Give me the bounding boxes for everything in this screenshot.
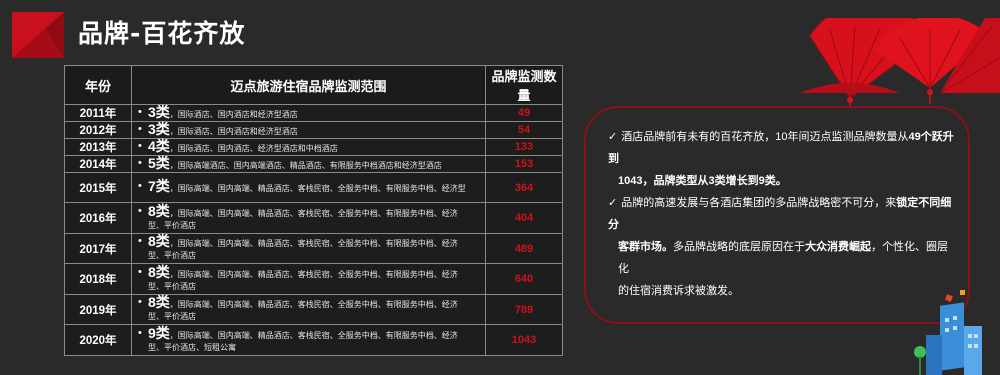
- table-row: 2011年 • 3类，国际酒店、国内酒店和经济型酒店 49: [64, 103, 563, 122]
- type-count: 7类: [148, 178, 170, 194]
- type-count: 4类: [148, 137, 170, 154]
- type-list: ，国际酒店、国内酒店、经济型酒店和中档酒店: [169, 143, 338, 153]
- insight-point-2: ✓ 品牌的高速发展与各酒店集团的多品牌战略密不可分，来锁定不同细分: [608, 197, 952, 231]
- check-icon: ✓: [608, 197, 618, 209]
- type-list: ，国际高端酒店、国内高端酒店、精品酒店、有限服务中档酒店和经济型酒店: [169, 160, 442, 170]
- type-count: 8类: [148, 294, 170, 310]
- bullet-icon: •: [138, 235, 142, 247]
- table-row: 2013年 • 4类，国际酒店、国内酒店、经济型酒店和中档酒店 133: [64, 137, 563, 156]
- year-cell: 2016年: [64, 202, 132, 234]
- range-cell: • 8类，国际高端、国内高端、精品酒店、客栈民宿、全服务中档、有限服务中档、经济型…: [131, 233, 486, 264]
- year-cell: 2019年: [64, 294, 132, 325]
- check-icon: ✓: [608, 131, 618, 143]
- bullet-icon: •: [138, 122, 142, 135]
- bullet-icon: •: [138, 105, 142, 118]
- year-cell: 2014年: [64, 155, 132, 173]
- count-cell: 489: [485, 233, 563, 264]
- folding-fans-decoration: [800, 18, 1000, 108]
- bullet-icon: •: [138, 265, 142, 278]
- range-cell: • 8类，国际高端、国内高端、精品酒店、客栈民宿、全服务中档、有限服务中档、经济型…: [131, 263, 486, 295]
- year-cell: 2018年: [64, 263, 132, 295]
- bullet-icon: •: [138, 139, 142, 152]
- logo-square: [12, 12, 64, 58]
- header-range: 迈点旅游住宿品牌监测范围: [131, 65, 486, 105]
- year-cell: 2012年: [64, 121, 132, 139]
- count-cell: 640: [485, 263, 563, 295]
- count-cell: 404: [485, 202, 563, 234]
- type-count: 5类: [148, 154, 170, 171]
- insight-point-1: ✓ 酒店品牌前有未有的百花齐放，10年间迈点监测品牌数量从49个跃升到: [608, 131, 954, 165]
- type-list: ，国际高端、国内高端、精品酒店、客栈民宿、全服务中档、有限服务中档、经济型: [169, 184, 466, 193]
- bullet-icon: •: [138, 296, 142, 308]
- brand-monitoring-table: 年份 迈点旅游住宿品牌监测范围 品牌监测数量 2011年 • 3类，国际酒店、国内…: [64, 65, 563, 356]
- type-count: 3类: [148, 103, 170, 120]
- range-cell: • 3类，国际酒店、国内酒店和经济型酒店: [131, 120, 486, 139]
- range-cell: • 5类，国际高端酒店、国内高端酒店、精品酒店、有限服务中档酒店和经济型酒店: [131, 154, 486, 173]
- table-row: 2019年 • 8类，国际高端、国内高端、精品酒店、客栈民宿、全服务中档、有限服务…: [64, 294, 563, 325]
- range-cell: • 7类，国际高端、国内高端、精品酒店、客栈民宿、全服务中档、有限服务中档、经济型: [131, 172, 486, 203]
- year-cell: 2013年: [64, 138, 132, 156]
- range-cell: • 4类，国际酒店、国内酒店、经济型酒店和中档酒店: [131, 137, 486, 156]
- bullet-icon: •: [138, 204, 142, 217]
- page-title: 品牌-百花齐放: [78, 19, 246, 48]
- table-row: 2016年 • 8类，国际高端、国内高端、精品酒店、客栈民宿、全服务中档、有限服务…: [64, 202, 563, 234]
- table-row: 2012年 • 3类，国际酒店、国内酒店和经济型酒店 54: [64, 120, 563, 139]
- type-count: 8类: [148, 202, 170, 219]
- table-header-row: 年份 迈点旅游住宿品牌监测范围 品牌监测数量: [64, 65, 563, 105]
- type-list: ，国际高端、国内高端、精品酒店、客栈民宿、全服务中档、有限服务中档、经济型、平价…: [148, 208, 458, 230]
- year-cell: 2011年: [64, 104, 132, 122]
- type-count: 8类: [148, 263, 170, 280]
- type-count: 9类: [148, 324, 170, 341]
- range-cell: • 8类，国际高端、国内高端、精品酒店、客栈民宿、全服务中档、有限服务中档、经济型…: [131, 202, 486, 234]
- type-list: ，国际高端、国内高端、精品酒店、客栈民宿、全服务中档、有限服务中档、经济型、平价…: [148, 239, 458, 260]
- count-cell: 133: [485, 138, 563, 156]
- table-row: 2017年 • 8类，国际高端、国内高端、精品酒店、客栈民宿、全服务中档、有限服务…: [64, 233, 563, 264]
- bullet-icon: •: [138, 180, 142, 192]
- city-buildings-decoration: [914, 290, 982, 375]
- type-list: ，国际高端、国内高端、精品酒店、客栈民宿、全服务中档、有限服务中档、经济型、平价…: [148, 330, 458, 352]
- count-cell: 364: [485, 172, 563, 203]
- range-cell: • 8类，国际高端、国内高端、精品酒店、客栈民宿、全服务中档、有限服务中档、经济型…: [131, 294, 486, 325]
- type-list: ，国际高端、国内高端、精品酒店、客栈民宿、全服务中档、有限服务中档、经济型、平价…: [148, 300, 458, 321]
- count-cell: 49: [485, 104, 563, 122]
- type-list: ，国际酒店、国内酒店和经济型酒店: [169, 126, 298, 136]
- range-cell: • 3类，国际酒店、国内酒店和经济型酒店: [131, 103, 486, 122]
- year-cell: 2015年: [64, 172, 132, 203]
- bullet-icon: •: [138, 156, 142, 169]
- count-cell: 1043: [485, 324, 563, 356]
- type-count: 3类: [148, 120, 170, 137]
- year-cell: 2017年: [64, 233, 132, 264]
- bullet-icon: •: [138, 326, 142, 339]
- table-row: 2020年 • 9类，国际高端、国内高端、精品酒店、客栈民宿、全服务中档、有限服务…: [64, 324, 563, 356]
- count-cell: 789: [485, 294, 563, 325]
- header-count: 品牌监测数量: [485, 65, 563, 105]
- table-row: 2018年 • 8类，国际高端、国内高端、精品酒店、客栈民宿、全服务中档、有限服务…: [64, 263, 563, 295]
- type-count: 8类: [148, 233, 170, 249]
- type-list: ，国际酒店、国内酒店和经济型酒店: [169, 109, 298, 119]
- table-row: 2015年 • 7类，国际高端、国内高端、精品酒店、客栈民宿、全服务中档、有限服务…: [64, 172, 563, 203]
- table-row: 2014年 • 5类，国际高端酒店、国内高端酒店、精品酒店、有限服务中档酒店和经济…: [64, 154, 563, 173]
- count-cell: 153: [485, 155, 563, 173]
- header-year: 年份: [64, 65, 132, 105]
- type-list: ，国际高端、国内高端、精品酒店、客栈民宿、全服务中档、有限服务中档、经济型、平价…: [148, 269, 458, 291]
- range-cell: • 9类，国际高端、国内高端、精品酒店、客栈民宿、全服务中档、有限服务中档、经济型…: [131, 324, 486, 356]
- insight-highlight: 1043，品牌类型从3类增长到9类。: [618, 175, 787, 187]
- count-cell: 54: [485, 121, 563, 139]
- year-cell: 2020年: [64, 324, 132, 356]
